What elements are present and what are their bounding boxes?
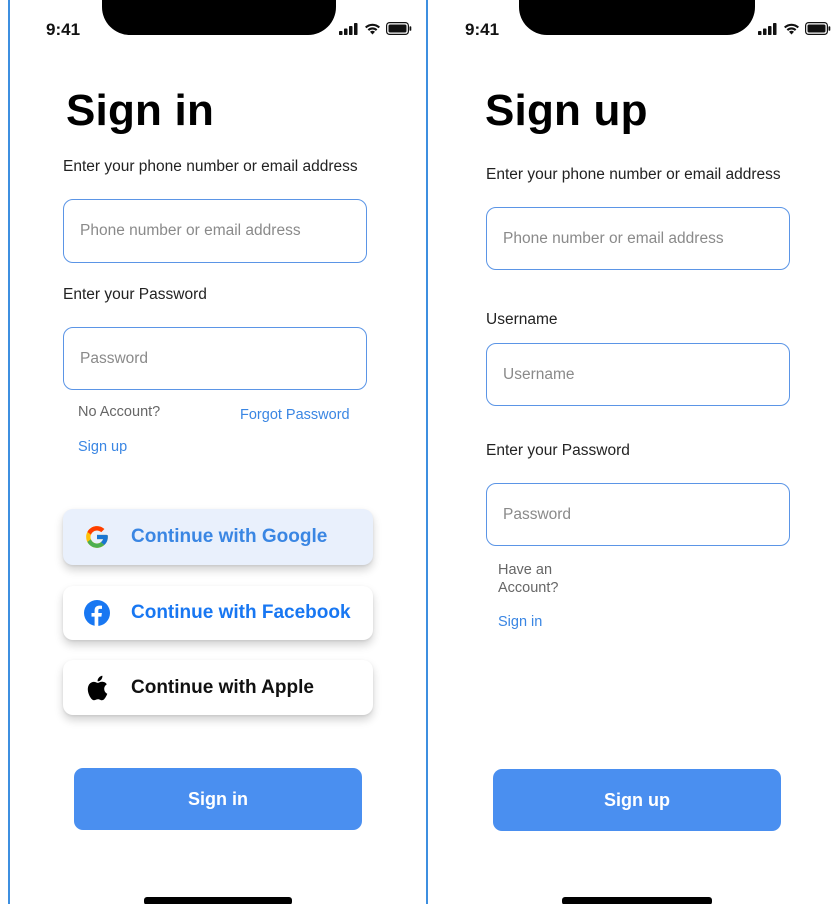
contact-label: Enter your phone number or email address bbox=[63, 158, 358, 175]
home-indicator bbox=[562, 897, 712, 904]
apple-button-label: Continue with Apple bbox=[131, 676, 314, 698]
cellular-signal-icon bbox=[758, 22, 777, 35]
status-icons bbox=[758, 22, 831, 35]
forgot-password-link[interactable]: Forgot Password bbox=[240, 407, 350, 423]
wifi-icon bbox=[365, 23, 380, 34]
battery-icon bbox=[805, 22, 831, 35]
password-input[interactable] bbox=[486, 483, 790, 546]
signup-link[interactable]: Sign up bbox=[78, 439, 127, 455]
continue-with-facebook-button[interactable]: Continue with Facebook bbox=[63, 586, 373, 640]
device-notch bbox=[102, 0, 336, 35]
apple-icon bbox=[83, 674, 111, 702]
continue-with-apple-button[interactable]: Continue with Apple bbox=[63, 660, 373, 715]
username-label: Username bbox=[486, 311, 558, 328]
signin-submit-button[interactable]: Sign in bbox=[74, 768, 362, 830]
have-account-line1: Have an bbox=[498, 562, 553, 578]
contact-input[interactable] bbox=[486, 207, 790, 270]
page-title: Sign up bbox=[485, 86, 648, 135]
continue-with-google-button[interactable]: Continue with Google bbox=[63, 509, 373, 565]
status-time: 9:41 bbox=[46, 20, 81, 39]
page-title: Sign in bbox=[66, 86, 215, 135]
google-button-label: Continue with Google bbox=[131, 526, 328, 547]
battery-icon bbox=[386, 22, 412, 35]
signin-screen: 9:41 Sign in Enter your phone number or … bbox=[8, 0, 428, 904]
no-account-text: No Account? bbox=[78, 404, 161, 420]
signup-submit-button[interactable]: Sign up bbox=[493, 769, 781, 831]
username-input[interactable] bbox=[486, 343, 790, 406]
wifi-icon bbox=[784, 23, 799, 34]
facebook-button-label: Continue with Facebook bbox=[131, 602, 351, 623]
password-input[interactable] bbox=[63, 327, 367, 390]
have-account-line2: Account? bbox=[498, 580, 559, 596]
contact-label: Enter your phone number or email address bbox=[486, 166, 781, 183]
cellular-signal-icon bbox=[339, 22, 358, 35]
device-notch bbox=[519, 0, 755, 35]
signup-screen: 9:41 Sign up Enter your phone number or … bbox=[428, 0, 836, 904]
signin-link[interactable]: Sign in bbox=[498, 614, 542, 630]
have-account-text: Have an Account? bbox=[498, 561, 558, 597]
google-icon bbox=[83, 523, 111, 551]
home-indicator bbox=[144, 897, 292, 904]
status-time: 9:41 bbox=[465, 20, 500, 39]
password-label: Enter your Password bbox=[486, 442, 630, 459]
contact-input[interactable] bbox=[63, 199, 367, 263]
password-label: Enter your Password bbox=[63, 286, 207, 303]
facebook-icon bbox=[83, 599, 111, 627]
status-icons bbox=[339, 22, 412, 35]
